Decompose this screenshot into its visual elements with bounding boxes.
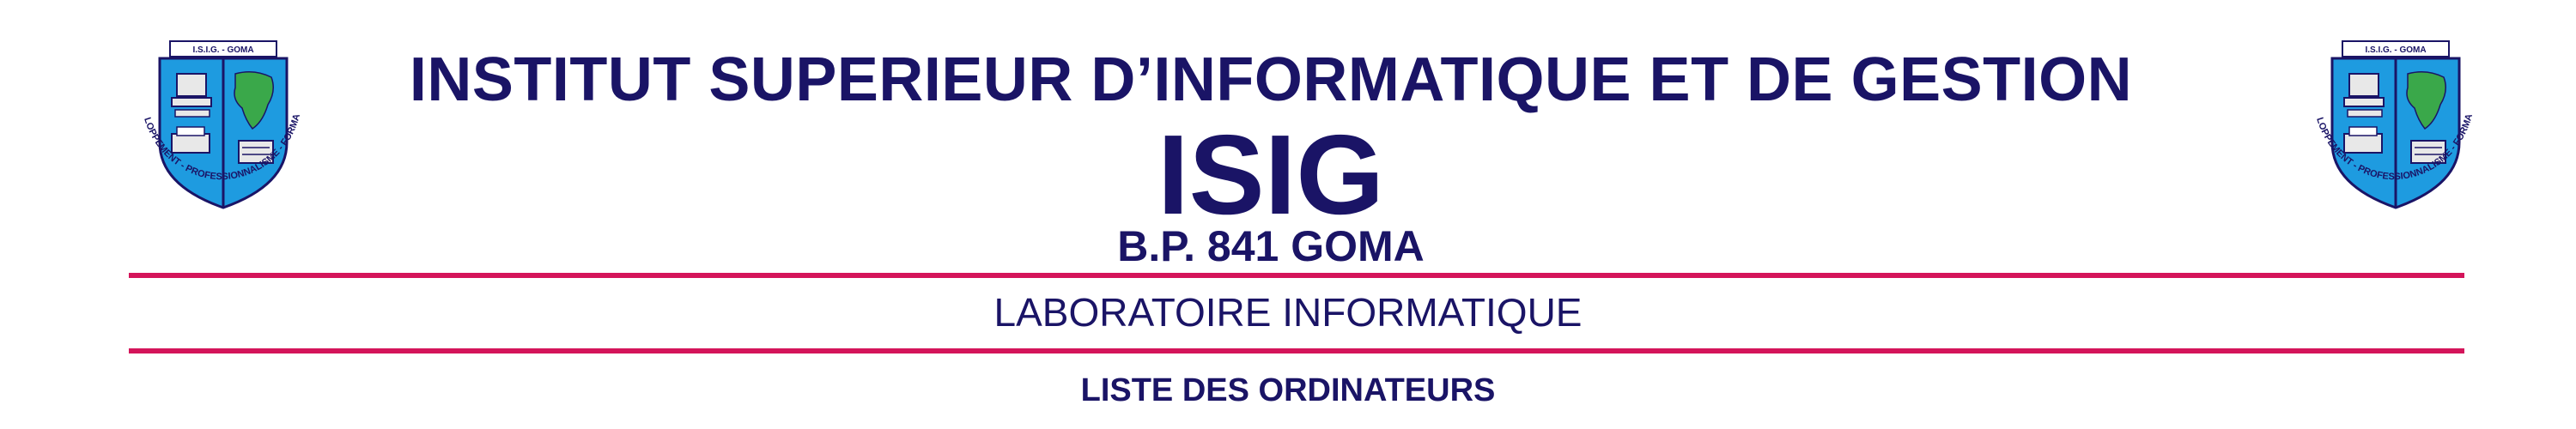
department-title: LABORATOIRE INFORMATIQUE (993, 290, 1583, 335)
shield-crest-icon: I.S.I.G. - GOMA DEVELOPPEMENT - PROFESSI… (122, 32, 302, 209)
document-title: LISTE DES ORDINATEURS (1080, 372, 1496, 408)
bottom-divider (129, 348, 2464, 353)
isig-logo-left: I.S.I.G. - GOMA DEVELOPPEMENT - PROFESSI… (122, 32, 318, 233)
isig-logo-right: I.S.I.G. - GOMA DEVELOPPEMENT - PROFESSI… (2294, 32, 2490, 233)
svg-text:I.S.I.G. - GOMA: I.S.I.G. - GOMA (192, 45, 253, 55)
shield-crest-icon: I.S.I.G. - GOMA DEVELOPPEMENT - PROFESSI… (2294, 32, 2475, 209)
top-divider (129, 273, 2464, 278)
institution-acronym: ISIG (1157, 112, 1385, 238)
institution-name: INSTITUT SUPERIEUR D’INFORMATIQUE ET DE … (409, 45, 2133, 114)
postal-address: B.P. 841 GOMA (1117, 222, 1425, 270)
svg-text:I.S.I.G. - GOMA: I.S.I.G. - GOMA (2365, 45, 2426, 55)
